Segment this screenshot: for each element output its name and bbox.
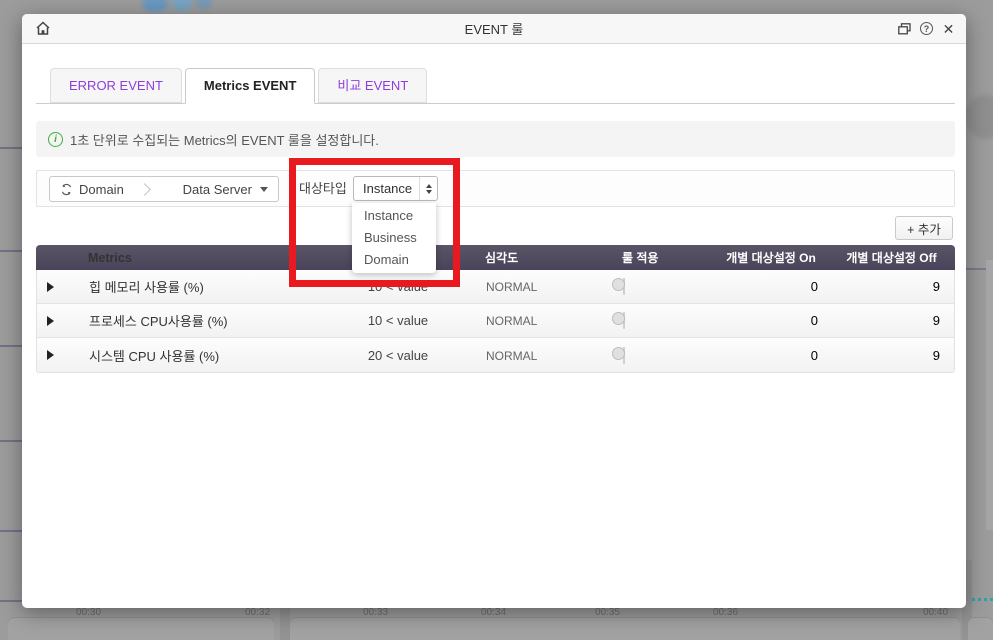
- rule-apply-toggle[interactable]: [623, 278, 625, 295]
- background-panel: [290, 618, 960, 640]
- background-artifact: [142, 0, 168, 12]
- event-rule-dialog: EVENT 룰 ? ✕ ERROR EVENT Metrics EVENT 비교…: [22, 14, 966, 608]
- select-spinner-icon: [419, 177, 437, 200]
- metric-condition: 20 < value: [323, 348, 473, 363]
- target-type-dropdown: Instance Business Domain: [352, 203, 436, 273]
- target-type-value: Instance: [354, 181, 419, 196]
- background-chart-line: [0, 440, 22, 442]
- add-rule-button[interactable]: + 추가: [895, 216, 953, 240]
- dialog-titlebar: EVENT 룰 ? ✕: [22, 14, 966, 44]
- chevron-down-icon: [260, 187, 268, 192]
- breadcrumb-root: Domain: [60, 182, 124, 197]
- metric-name: 힙 메모리 사용률 (%): [63, 277, 323, 296]
- metric-condition: 10 < value: [323, 279, 473, 294]
- background-chart-line: [0, 600, 22, 602]
- home-icon[interactable]: [34, 20, 52, 38]
- background-chart-line: [0, 345, 22, 347]
- metric-name: 프로세스 CPU사용률 (%): [63, 311, 323, 330]
- table-row: 힙 메모리 사용률 (%) 10 < value NORMAL 0 9: [37, 270, 954, 304]
- dropdown-option-business[interactable]: Business: [352, 227, 436, 249]
- table-row: 시스템 CPU 사용률 (%) 20 < value NORMAL 0 9: [37, 338, 954, 372]
- metric-name: 시스템 CPU 사용률 (%): [63, 346, 323, 365]
- background-time-label: 00:36: [713, 607, 738, 618]
- background-time-label: 00:40: [923, 607, 948, 618]
- target-type-select[interactable]: Instance: [353, 176, 438, 201]
- background-artifact: [172, 0, 192, 11]
- target-on-count: 0: [713, 313, 831, 328]
- breadcrumb-root-label: Domain: [79, 182, 124, 197]
- restore-window-icon[interactable]: [897, 21, 912, 36]
- help-icon[interactable]: ?: [919, 21, 934, 36]
- close-icon[interactable]: ✕: [941, 21, 956, 36]
- background-artifact: [986, 260, 993, 530]
- background-panel: [968, 618, 993, 640]
- metrics-rule-table: Metrics 심각도 룰 적용 개별 대상설정 On 개별 대상설정 Off …: [36, 245, 955, 373]
- header-rule-apply: 룰 적용: [608, 249, 712, 266]
- background-panel: [8, 618, 274, 640]
- background-artifact: [196, 0, 212, 9]
- dropdown-option-domain[interactable]: Domain: [352, 249, 436, 271]
- rule-apply-toggle[interactable]: [623, 347, 625, 364]
- header-severity: 심각도: [472, 249, 608, 266]
- rule-apply-toggle[interactable]: [623, 312, 625, 329]
- metric-condition: 10 < value: [323, 313, 473, 328]
- table-body: 힙 메모리 사용률 (%) 10 < value NORMAL 0 9 프로세스…: [36, 270, 955, 373]
- target-on-count: 0: [713, 279, 831, 294]
- table-row: 프로세스 CPU사용률 (%) 10 < value NORMAL 0 9: [37, 304, 954, 338]
- dialog-title: EVENT 룰: [22, 19, 966, 38]
- severity-value: NORMAL: [486, 280, 537, 294]
- background-artifact: [965, 95, 993, 139]
- severity-value: NORMAL: [486, 349, 537, 363]
- target-off-count: 9: [831, 348, 954, 363]
- tab-metrics-event[interactable]: Metrics EVENT: [185, 68, 315, 104]
- header-metrics: Metrics: [62, 251, 322, 265]
- target-off-count: 9: [831, 313, 954, 328]
- background-chart-line: [0, 530, 22, 532]
- info-text: 1초 단위로 수집되는 Metrics의 EVENT 룰을 설정합니다.: [70, 130, 379, 149]
- domain-icon: [60, 183, 73, 196]
- target-off-count: 9: [831, 279, 954, 294]
- background-time-label: 00:32: [245, 607, 270, 618]
- target-breadcrumb[interactable]: Domain Data Server: [49, 176, 279, 202]
- severity-value: NORMAL: [486, 314, 537, 328]
- background-chart-line: [0, 147, 22, 149]
- window-controls: ? ✕: [897, 21, 956, 36]
- dropdown-option-instance[interactable]: Instance: [352, 205, 436, 227]
- background-time-label: 00:34: [481, 607, 506, 618]
- breadcrumb-selected[interactable]: Data Server: [183, 182, 268, 197]
- background-time-label: 00:35: [595, 607, 620, 618]
- target-on-count: 0: [713, 348, 831, 363]
- filter-toolbar: Domain Data Server 대상타입 Instance: [36, 170, 955, 207]
- background-chart-line: [0, 250, 22, 252]
- breadcrumb-selected-label: Data Server: [183, 182, 252, 197]
- chevron-right-icon: [139, 183, 152, 196]
- target-type-label: 대상타입: [299, 171, 347, 206]
- info-banner: i 1초 단위로 수집되는 Metrics의 EVENT 룰을 설정합니다.: [36, 121, 955, 157]
- expand-row-icon[interactable]: [47, 316, 54, 326]
- background-time-label: 00:33: [363, 607, 388, 618]
- expand-row-icon[interactable]: [47, 350, 54, 360]
- header-target-on: 개별 대상설정 On: [712, 249, 830, 266]
- info-icon: i: [48, 132, 63, 147]
- expand-row-icon[interactable]: [47, 282, 54, 292]
- event-tab-bar: ERROR EVENT Metrics EVENT 비교 EVENT: [50, 68, 430, 104]
- header-target-off: 개별 대상설정 Off: [830, 249, 953, 266]
- tab-error-event[interactable]: ERROR EVENT: [50, 68, 182, 103]
- tab-compare-event[interactable]: 비교 EVENT: [318, 68, 427, 103]
- table-header-row: Metrics 심각도 룰 적용 개별 대상설정 On 개별 대상설정 Off: [36, 245, 955, 270]
- background-time-label: 00:30: [76, 607, 101, 618]
